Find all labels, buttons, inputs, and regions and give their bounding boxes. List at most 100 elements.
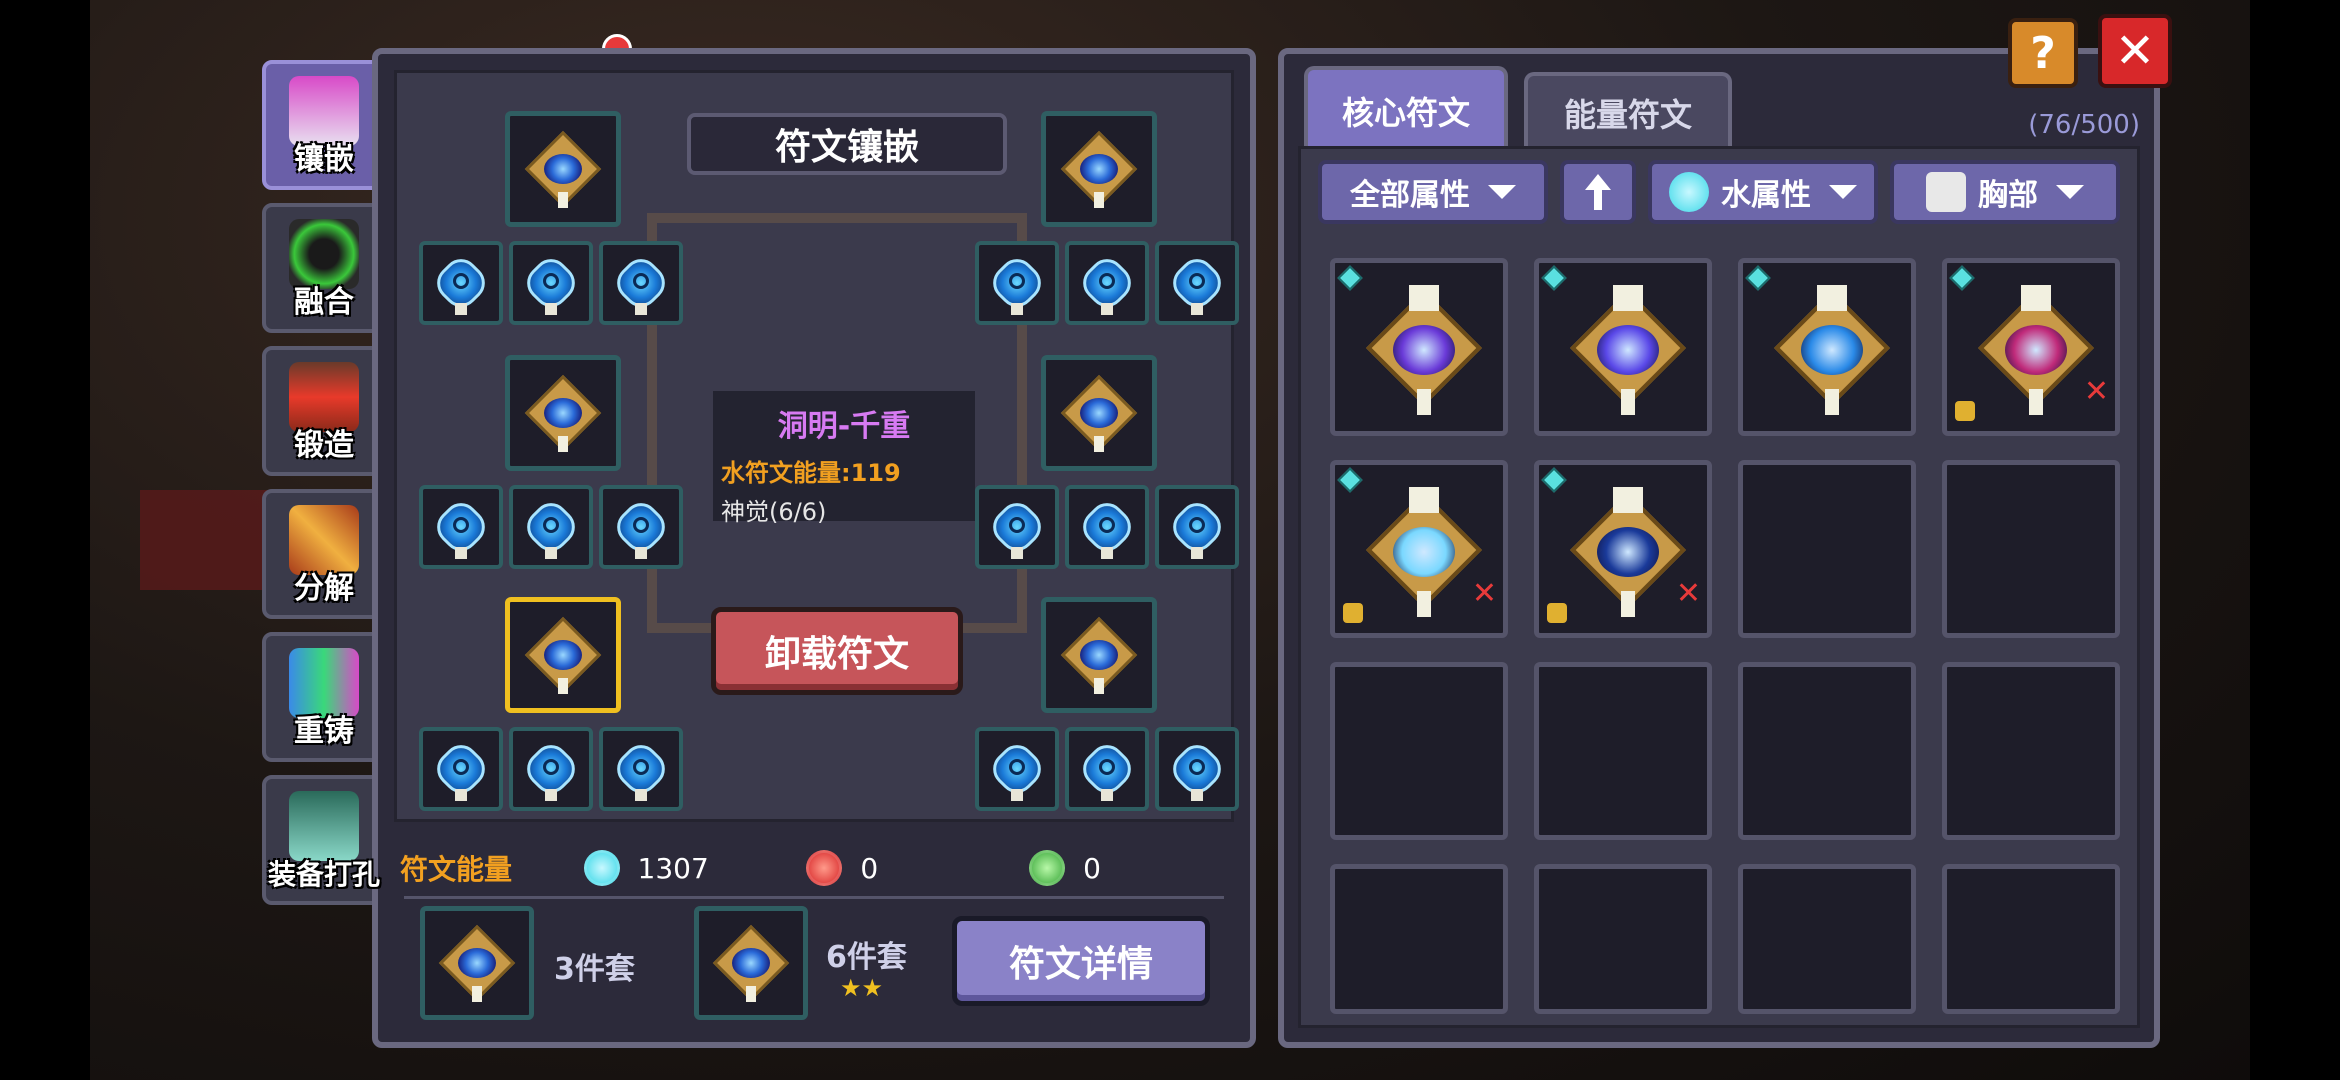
side-tab-equip-punch[interactable]: 装备打孔 [262,775,386,905]
rune-icon [524,374,602,452]
side-tab-bar: 镶嵌 融合 锻造 分解 重铸 装备打孔 [262,60,390,918]
empty-inventory-slot[interactable] [1534,864,1712,1014]
incompatible-mark-icon: ✕ [1675,576,1701,611]
close-button[interactable]: ✕ [2098,14,2172,88]
energy-rune-slot[interactable] [419,727,503,811]
side-tab-forge[interactable]: 锻造 [262,346,386,476]
water-drop-icon [1669,172,1709,212]
fire-icon [806,850,843,886]
inventory-rune-item[interactable]: ✕ [1330,460,1508,638]
empty-inventory-slot[interactable] [1738,864,1916,1014]
lock-icon [1955,401,1975,421]
energy-rune-slot[interactable] [419,485,503,569]
inventory-rune-item[interactable] [1738,258,1916,436]
side-tab-decompose[interactable]: 分解 [262,489,386,619]
side-tab-label: 装备打孔 [267,858,380,891]
new-indicator-icon [1949,265,1975,291]
inventory-rune-item[interactable]: ✕ [1534,460,1712,638]
empty-inventory-slot[interactable] [1942,460,2120,638]
unload-rune-button[interactable]: 卸载符文 [711,607,963,695]
attribute-filter-dropdown[interactable]: 全部属性 [1318,160,1548,224]
core-rune-slot[interactable] [505,111,621,227]
inventory-count: (76/500) [2028,110,2140,140]
rune-icon [519,495,583,559]
rune-details-button[interactable]: 符文详情 [952,916,1210,1006]
core-rune-slot[interactable] [1041,355,1157,471]
energy-rune-slot[interactable] [599,727,683,811]
energy-rune-slot[interactable] [975,485,1059,569]
core-rune-slot[interactable] [1041,111,1157,227]
rune-icon [524,130,602,208]
lock-icon [1547,603,1567,623]
new-indicator-icon [1541,467,1567,493]
inventory-rune-item[interactable] [1534,258,1712,436]
filter-label: 全部属性 [1350,178,1470,213]
question-icon: ? [2030,27,2056,79]
energy-rune-slot[interactable] [509,485,593,569]
energy-rune-slot[interactable] [975,727,1059,811]
water-energy: 1307 [583,850,787,886]
screen-edge-left [0,0,90,1080]
energy-rune-slot[interactable] [1065,727,1149,811]
empty-inventory-slot[interactable] [1738,460,1916,638]
energy-rune-slot[interactable] [1155,241,1239,325]
empty-inventory-slot[interactable] [1942,662,2120,840]
incompatible-mark-icon: ✕ [1471,576,1497,611]
set-bonus-slot[interactable] [694,906,808,1020]
energy-rune-slot[interactable] [1065,241,1149,325]
inventory-rune-item[interactable]: ✕ [1942,258,2120,436]
energy-rune-slot[interactable] [599,241,683,325]
chevron-down-icon [1488,185,1516,199]
core-rune-slot[interactable] [1041,597,1157,713]
rune-slot-area: 符文镶嵌 洞明-千重 水符文能量:119 神觉(6/6) 卸载符文 [394,70,1239,822]
tab-energy-rune[interactable]: 能量符文 [1524,72,1732,150]
side-tab-fusion[interactable]: 融合 [262,203,386,333]
rune-icon [1165,737,1229,801]
energy-rune-slot[interactable] [1155,727,1239,811]
screen-edge-right [2250,0,2340,1080]
rune-icon [438,924,516,1002]
energy-rune-slot[interactable] [1155,485,1239,569]
empty-inventory-slot[interactable] [1534,662,1712,840]
rune-icon [712,924,790,1002]
rune-icon [1165,495,1229,559]
energy-rune-slot[interactable] [419,241,503,325]
new-indicator-icon [1337,467,1363,493]
rune-icon [1060,374,1138,452]
side-tab-label: 融合 [294,285,354,320]
chevron-down-icon [1829,185,1857,199]
energy-rune-slot[interactable] [509,241,593,325]
energy-rune-slot[interactable] [1065,485,1149,569]
water-drop-icon [583,850,620,886]
divider [404,896,1224,899]
rune-icon [524,616,602,694]
rune-icon [519,737,583,801]
rune-icon [1366,285,1482,419]
empty-inventory-slot[interactable] [1330,662,1508,840]
wood-energy: 0 [1029,850,1232,886]
help-button[interactable]: ? [2008,18,2078,88]
element-filter-dropdown[interactable]: 水属性 [1648,160,1878,224]
core-rune-slot[interactable] [505,355,621,471]
side-tab-recast[interactable]: 重铸 [262,632,386,762]
core-rune-slot-selected[interactable] [505,597,621,713]
wood-energy-value: 0 [1083,851,1101,885]
lock-icon [1343,603,1363,623]
side-tab-inlay[interactable]: 镶嵌 [262,60,386,190]
empty-inventory-slot[interactable] [1330,864,1508,1014]
side-tab-label: 镶嵌 [294,142,354,177]
slot-filter-dropdown[interactable]: 胸部 [1890,160,2120,224]
empty-inventory-slot[interactable] [1738,662,1916,840]
rune-inventory-panel: 核心符文 能量符文 (76/500) 全部属性 水属性 胸部 ✕ ✕ ✕ [1278,48,2160,1048]
energy-rune-slot[interactable] [509,727,593,811]
set-bonus-slot[interactable] [420,906,534,1020]
rune-icon [519,251,583,315]
tab-core-rune[interactable]: 核心符文 [1304,66,1508,152]
energy-rune-slot[interactable] [975,241,1059,325]
energy-rune-slot[interactable] [599,485,683,569]
sort-button[interactable] [1560,160,1636,224]
empty-inventory-slot[interactable] [1942,864,2120,1014]
inventory-rune-item[interactable] [1330,258,1508,436]
new-indicator-icon [1745,265,1771,291]
incompatible-mark-icon: ✕ [2083,374,2109,409]
